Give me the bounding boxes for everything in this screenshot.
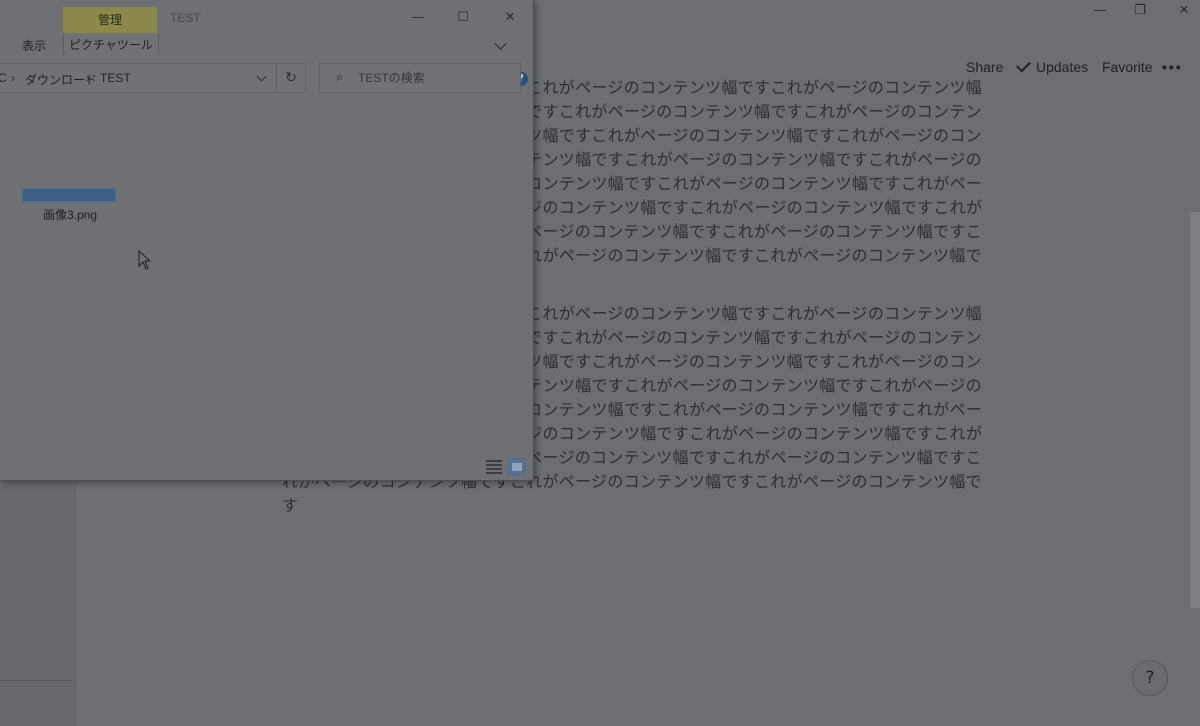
help-button[interactable]: ? xyxy=(1132,660,1168,696)
tab-view[interactable]: 表示 xyxy=(22,37,46,54)
image-thumbnail-icon xyxy=(22,188,116,202)
address-bar[interactable]: C › ダウンロード › TEST xyxy=(0,63,277,93)
breadcrumb-root[interactable]: C xyxy=(0,71,7,85)
address-history-chevron-icon[interactable] xyxy=(256,71,267,82)
share-button[interactable]: Share xyxy=(966,58,1003,76)
close-button[interactable]: ✕ xyxy=(1174,3,1194,23)
ribbon-tabs: 表示 ピクチャツール ? xyxy=(0,33,533,86)
large-icons-view-icon[interactable] xyxy=(508,458,526,476)
maximize-button[interactable]: ☐ xyxy=(453,8,473,28)
details-view-icon[interactable] xyxy=(486,460,502,474)
breadcrumb-separator-icon: › xyxy=(11,71,15,85)
background-window-controls: — ❐ ✕ xyxy=(1090,3,1200,23)
restore-button[interactable]: ❐ xyxy=(1130,3,1150,23)
favorite-button[interactable]: Favorite xyxy=(1102,58,1153,76)
search-icon: ⌕ xyxy=(336,70,344,85)
updates-label: Updates xyxy=(1036,59,1089,75)
left-pane-divider xyxy=(0,680,75,681)
minimize-button[interactable]: — xyxy=(408,8,428,28)
checkmark-icon xyxy=(1016,57,1031,73)
refresh-button[interactable]: ↻ xyxy=(277,63,306,93)
close-button[interactable]: ✕ xyxy=(500,8,520,28)
view-switcher xyxy=(486,458,530,476)
file-explorer-window: 管理 TEST — ☐ ✕ 表示 ピクチャツール ? C › ダウンロード › … xyxy=(0,0,534,481)
tab-picture-tools[interactable]: ピクチャツール xyxy=(63,33,159,55)
app-toolbar: Share Updates Favorite ••• xyxy=(940,57,1200,78)
more-options-button[interactable]: ••• xyxy=(1162,58,1183,76)
window-title: TEST xyxy=(170,11,201,25)
ribbon-expand-chevron-icon[interactable] xyxy=(494,37,507,50)
breadcrumb-test[interactable]: TEST xyxy=(100,71,131,85)
search-box[interactable]: ⌕ xyxy=(319,63,521,93)
manage-contextual-tab[interactable]: 管理 xyxy=(63,7,157,33)
scrollbar[interactable] xyxy=(1190,212,1200,608)
minimize-button[interactable]: — xyxy=(1090,3,1110,23)
background-left-pane xyxy=(0,480,76,726)
mouse-cursor-icon xyxy=(138,250,152,270)
breadcrumb-separator-icon: › xyxy=(86,71,90,85)
search-input[interactable] xyxy=(358,69,508,87)
updates-button[interactable]: Updates xyxy=(1016,57,1089,76)
file-item[interactable]: 画像3.png xyxy=(22,186,118,226)
explorer-title-bar[interactable]: 管理 TEST — ☐ ✕ xyxy=(0,0,533,33)
file-name-label: 画像3.png xyxy=(42,208,98,222)
